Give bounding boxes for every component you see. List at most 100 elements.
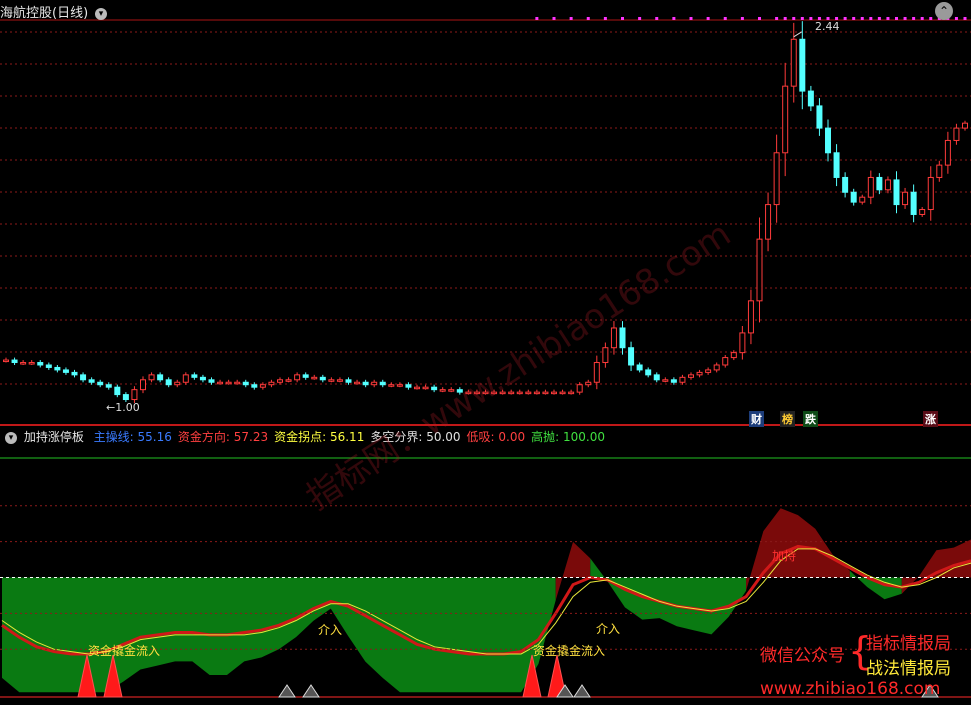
signal-dot bbox=[843, 17, 847, 20]
candle-body bbox=[533, 391, 540, 395]
promo-url: www.zhibiao168.com bbox=[760, 679, 941, 699]
indicator-label: 资金方向: bbox=[177, 430, 230, 444]
annotation-hold: 加持 bbox=[772, 549, 797, 563]
candle-body bbox=[679, 376, 686, 383]
candle-body bbox=[842, 176, 849, 193]
candle-body bbox=[910, 191, 917, 215]
signal-dot bbox=[672, 17, 676, 20]
candle-body bbox=[696, 371, 703, 376]
indicator-title: 加持涨停板 bbox=[23, 430, 84, 444]
candle-body bbox=[944, 139, 951, 166]
candle-body bbox=[11, 359, 18, 364]
candle-body bbox=[319, 376, 326, 381]
candle-body bbox=[576, 384, 583, 393]
candle-body bbox=[833, 152, 840, 178]
signal-dot bbox=[852, 17, 856, 20]
signal-dot bbox=[954, 17, 958, 20]
indicator-value: 57.23 bbox=[229, 430, 269, 444]
signal-dot bbox=[706, 17, 710, 20]
candle-body bbox=[131, 389, 138, 401]
signal-dot bbox=[638, 17, 642, 20]
candle-body bbox=[688, 374, 694, 378]
candle-body bbox=[799, 38, 806, 92]
indicator-item: 资金方向: 57.23 bbox=[178, 430, 268, 444]
lower-menu-chevron-icon[interactable]: ▾ bbox=[5, 431, 17, 444]
candle-body bbox=[311, 376, 318, 380]
candle-body bbox=[645, 369, 652, 376]
candle-body bbox=[345, 379, 352, 383]
signal-dot bbox=[535, 17, 539, 20]
high-pointer-line bbox=[793, 31, 803, 38]
candle-body bbox=[294, 374, 301, 381]
signal-dot bbox=[877, 17, 881, 20]
candle-body bbox=[405, 384, 412, 388]
candle-body bbox=[927, 176, 934, 211]
candle-body bbox=[884, 179, 891, 191]
candle-body bbox=[80, 374, 87, 381]
badge-rank[interactable]: 榜 bbox=[780, 411, 795, 427]
signal-dot bbox=[869, 17, 873, 20]
candle-body bbox=[662, 379, 669, 382]
signal-dot bbox=[809, 17, 813, 20]
candle-body bbox=[919, 209, 926, 215]
indicator-value: 55.16 bbox=[133, 430, 172, 444]
candle-body bbox=[242, 381, 249, 386]
candle-body bbox=[3, 359, 9, 363]
badge-finance[interactable]: 财 bbox=[749, 411, 764, 427]
candle-body bbox=[807, 90, 814, 107]
badge-rise[interactable]: 涨 bbox=[923, 411, 938, 427]
candle-body bbox=[636, 364, 643, 371]
signal-dot bbox=[740, 17, 744, 20]
indicator-item: 主操线: 55.16 bbox=[94, 430, 172, 444]
candle-body bbox=[234, 381, 241, 385]
candle-body bbox=[730, 352, 737, 359]
candle-body bbox=[902, 191, 909, 206]
indicator-label: 主操线: bbox=[93, 430, 134, 444]
candle-body bbox=[362, 381, 369, 386]
signal-dot bbox=[655, 17, 659, 20]
signal-dot bbox=[929, 17, 933, 20]
signal-dot bbox=[621, 17, 624, 20]
signal-dot bbox=[800, 17, 804, 20]
minor-signal-marker bbox=[573, 684, 591, 698]
bull-area bbox=[746, 508, 850, 591]
signal-dot bbox=[586, 17, 590, 20]
candle-body bbox=[610, 327, 617, 349]
annotation-entry-2: 介入 bbox=[596, 622, 621, 636]
signal-dot bbox=[903, 17, 907, 20]
candle-body bbox=[148, 374, 155, 381]
indicator-value: 100.00 bbox=[559, 430, 605, 444]
promo-name-1: 指标情报局 bbox=[866, 634, 951, 654]
candle-body bbox=[71, 371, 78, 376]
signal-dot bbox=[569, 17, 573, 20]
candle-body bbox=[371, 381, 378, 386]
indicator-item: 高抛: 100.00 bbox=[531, 430, 605, 444]
annotation-fund-inflow-2: 资金撬金流入 bbox=[533, 644, 606, 658]
candle-body bbox=[670, 379, 677, 383]
candle-body bbox=[114, 386, 121, 396]
candle-body bbox=[628, 347, 635, 366]
candle-body bbox=[251, 384, 258, 388]
candle-body bbox=[140, 379, 146, 391]
candle-body bbox=[542, 391, 549, 395]
signal-dot bbox=[758, 17, 761, 20]
badge-fall[interactable]: 跌 bbox=[803, 411, 818, 427]
candle-body bbox=[551, 391, 557, 395]
signal-dot bbox=[689, 17, 693, 20]
candle-body bbox=[37, 362, 44, 366]
candle-body bbox=[619, 327, 626, 349]
candle-body bbox=[174, 381, 181, 386]
candle-body bbox=[790, 38, 797, 87]
candle-body bbox=[559, 391, 566, 395]
high-price-label: 2.44 bbox=[815, 20, 840, 33]
upper-menu-chevron-icon[interactable]: ▾ bbox=[94, 7, 107, 20]
candle-body bbox=[268, 381, 275, 386]
candle-body bbox=[88, 379, 95, 383]
panel-settings-icon[interactable]: ⌃ bbox=[935, 2, 953, 20]
candle-body bbox=[876, 176, 883, 191]
signal-dot bbox=[552, 17, 556, 20]
annotation-fund-inflow-1: 资金撬金流入 bbox=[88, 644, 161, 658]
candle-body bbox=[414, 386, 420, 390]
indicator-label: 高抛: bbox=[531, 430, 560, 444]
low-price-value: 1.00 bbox=[115, 401, 140, 414]
